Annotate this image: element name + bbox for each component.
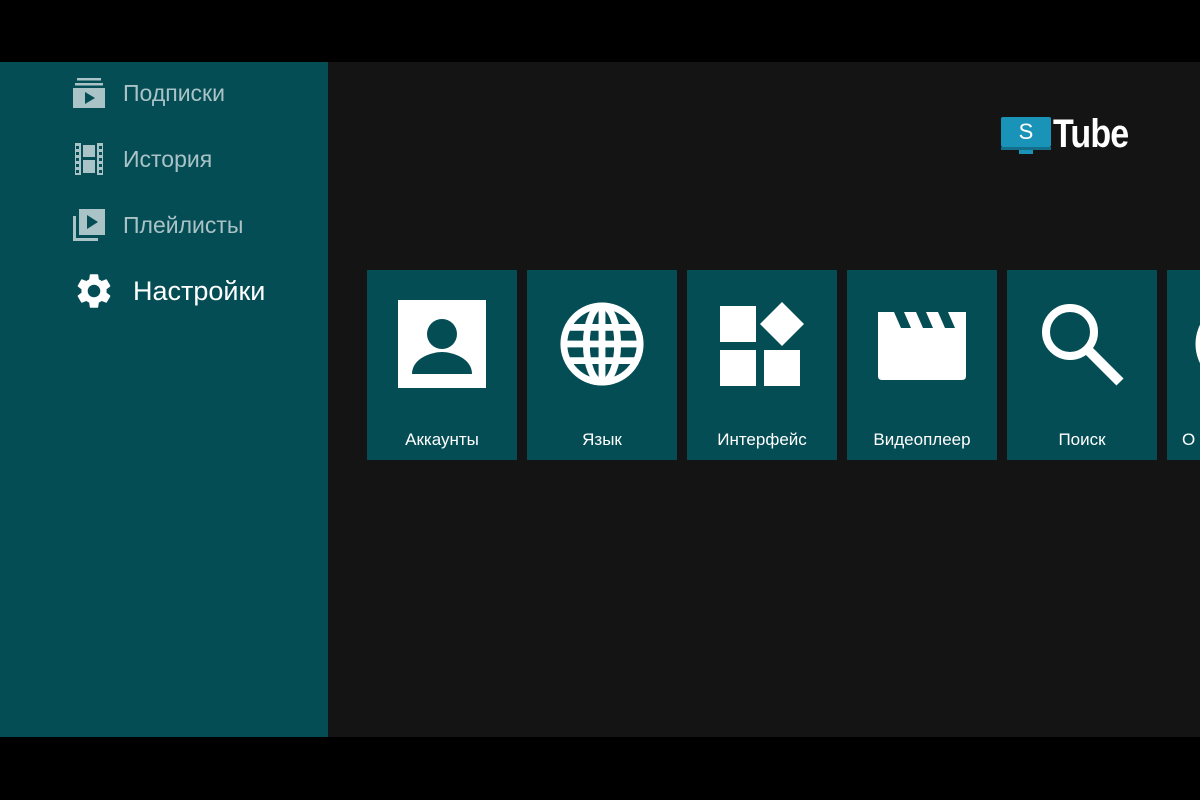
settings-card-interface[interactable]: Интерфейс <box>687 270 837 460</box>
info-icon <box>1167 299 1200 389</box>
sidebar-item-playlists[interactable]: Плейлисты <box>72 208 243 242</box>
search-icon <box>1038 299 1126 389</box>
card-label: Аккаунты <box>405 430 479 449</box>
tv-logo-icon: S <box>1001 117 1051 154</box>
sidebar-item-label: История <box>123 145 213 172</box>
history-film-icon <box>72 142 106 176</box>
card-label: Интерфейс <box>717 430 807 449</box>
subscriptions-icon <box>72 76 106 110</box>
logo-wordmark: Tube <box>1053 112 1129 156</box>
settings-card-search[interactable]: Поиск <box>1007 270 1157 460</box>
card-label: О <box>1182 430 1196 449</box>
app-logo: S Tube <box>1001 114 1142 154</box>
app-screen: Подписки История Плейлисты Настройки S T… <box>0 62 1200 737</box>
sidebar-item-label: Плейлисты <box>123 211 244 238</box>
card-label: Поиск <box>1058 430 1106 449</box>
globe-icon <box>558 299 646 389</box>
settings-card-video-player[interactable]: Видеоплеер <box>847 270 997 460</box>
card-label: Видеоплеер <box>873 430 971 449</box>
sidebar-item-label: Настройки <box>133 275 266 306</box>
settings-card-accounts[interactable]: Аккаунты <box>367 270 517 460</box>
sidebar-item-settings[interactable]: Настройки <box>73 270 265 312</box>
sidebar-item-subscriptions[interactable]: Подписки <box>72 76 225 110</box>
playlists-icon <box>72 208 106 242</box>
sidebar: Подписки История Плейлисты Настройки <box>0 62 328 737</box>
gear-icon <box>73 270 115 312</box>
clapperboard-icon <box>878 299 966 389</box>
sidebar-item-label: Подписки <box>123 79 225 106</box>
widgets-icon <box>718 299 806 389</box>
settings-card-language[interactable]: Язык <box>527 270 677 460</box>
sidebar-item-history[interactable]: История <box>72 142 212 176</box>
card-label: Язык <box>582 430 622 449</box>
logo-badge-letter: S <box>1018 119 1034 144</box>
account-icon <box>398 299 486 389</box>
settings-card-about[interactable]: О <box>1167 270 1200 460</box>
